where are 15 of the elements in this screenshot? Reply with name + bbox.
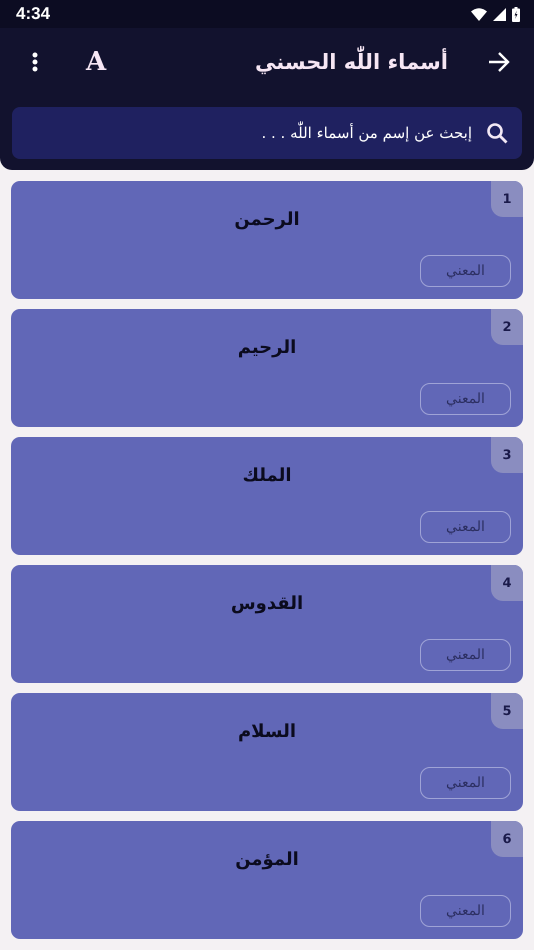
number-badge: 4 [491, 565, 523, 601]
number-badge: 5 [491, 693, 523, 729]
search-field[interactable]: إبحث عن إسم من أسماء اللّٰه . . . [12, 107, 522, 159]
name-text: الملك [242, 465, 292, 486]
number-badge: 2 [491, 309, 523, 345]
number-badge: 6 [491, 821, 523, 857]
name-text: القدوس [230, 593, 304, 614]
number-badge: 3 [491, 437, 523, 473]
name-text: الرحمن [234, 209, 300, 230]
name-text: المؤمن [235, 849, 299, 870]
name-text: السلام [238, 721, 296, 742]
font-button[interactable]: A [86, 47, 106, 77]
name-text: الرحيم [238, 337, 296, 358]
status-time: 4:34 [16, 4, 50, 24]
number-badge: 1 [491, 181, 523, 217]
